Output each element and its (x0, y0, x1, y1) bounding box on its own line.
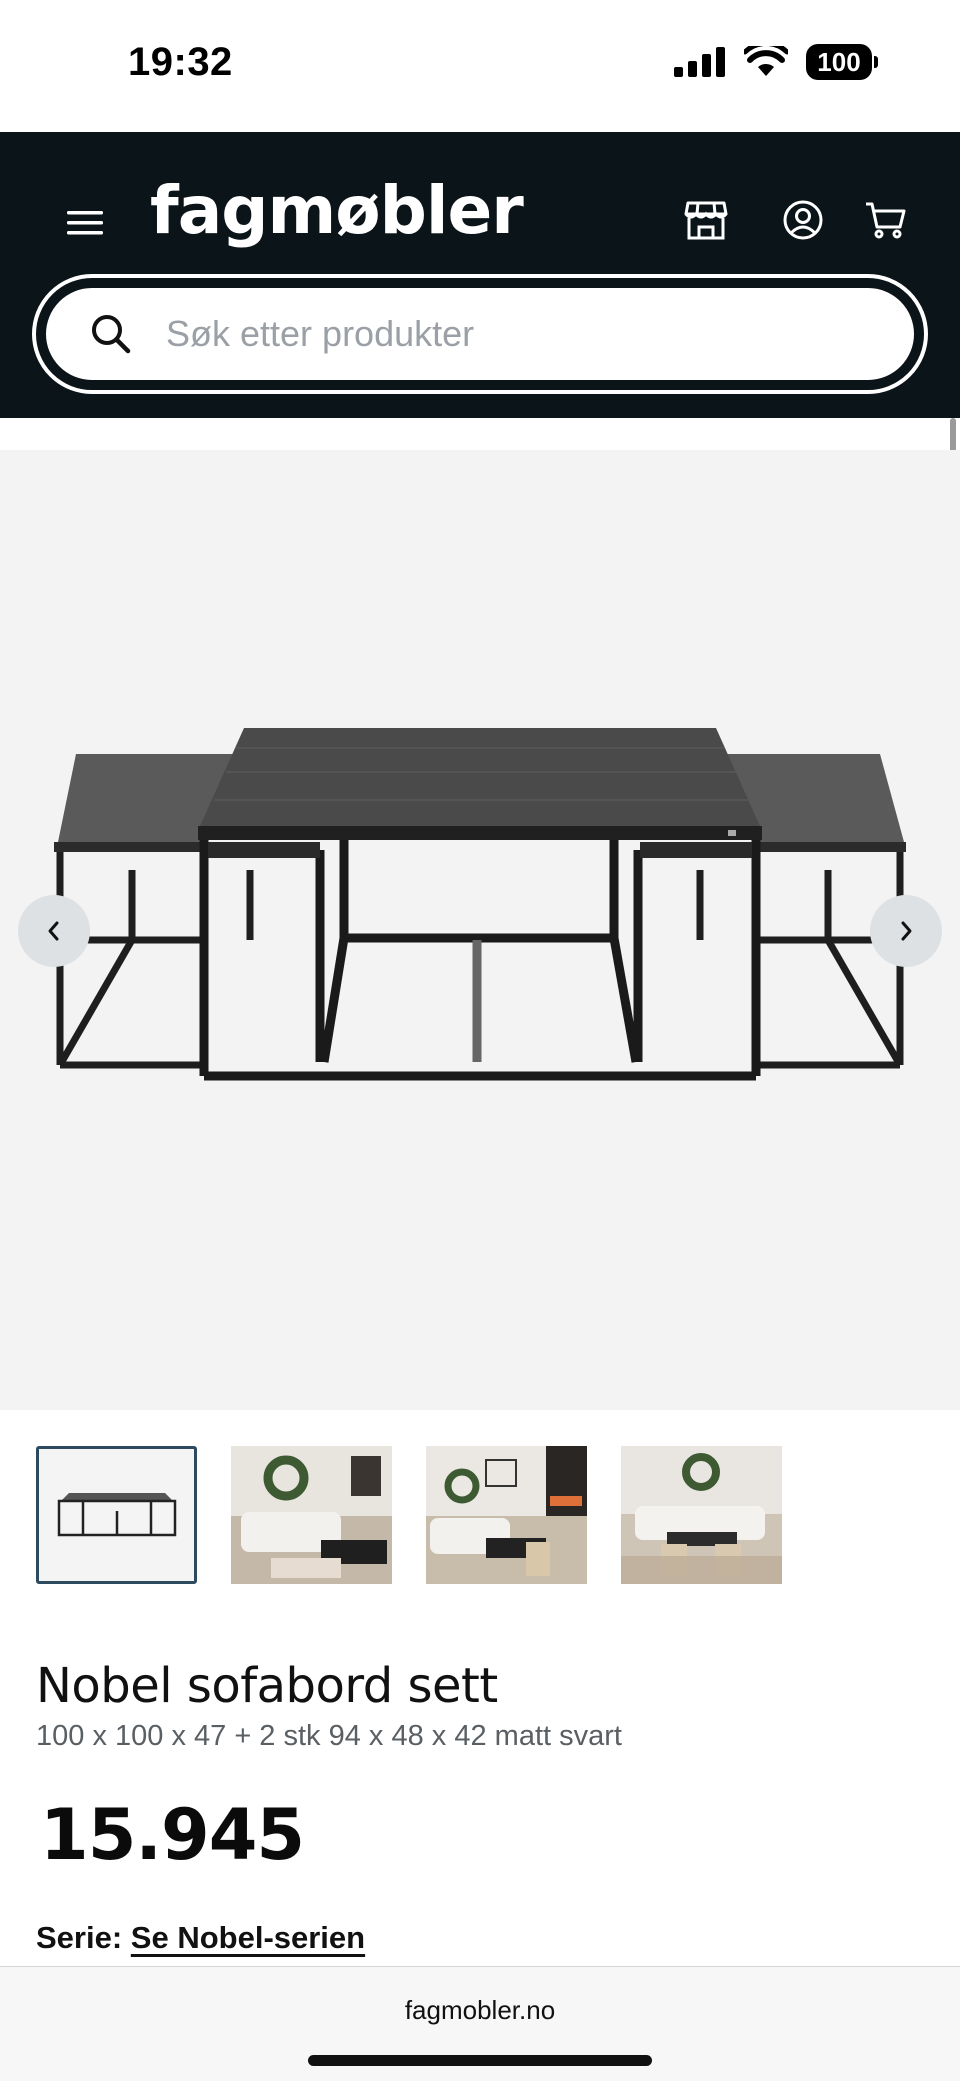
browser-bar: fagmobler.no (0, 1966, 960, 2081)
gallery-prev-button[interactable] (18, 895, 90, 967)
search-icon[interactable] (90, 313, 132, 355)
chevron-right-icon (901, 921, 912, 941)
cart-icon (866, 202, 906, 239)
store-icon (684, 201, 728, 240)
series-link[interactable]: Se Nobel-serien (131, 1920, 365, 1955)
search-box[interactable] (41, 283, 919, 385)
thumbnail-image (231, 1446, 392, 1584)
thumbnail-1[interactable] (36, 1446, 197, 1584)
home-indicator[interactable] (308, 2055, 652, 2066)
gallery-thumbnails (36, 1446, 782, 1584)
status-icons: 100 (674, 44, 878, 80)
product-title: Nobel sofabord sett (36, 1658, 498, 1714)
store-button[interactable] (678, 192, 734, 248)
thumbnail-4[interactable] (621, 1446, 782, 1584)
account-icon (783, 200, 823, 240)
battery-level: 100 (806, 44, 872, 80)
site-header: fagmøbler (0, 132, 960, 418)
product-series: Serie: Se Nobel-serien (36, 1920, 365, 1956)
site-logo[interactable]: fagmøbler (150, 172, 524, 249)
menu-icon (67, 211, 103, 235)
account-button[interactable] (775, 192, 831, 248)
product-gallery[interactable] (0, 450, 960, 1410)
thumbnail-2[interactable] (231, 1446, 392, 1584)
status-bar: 19:32 100 (0, 0, 960, 132)
cart-button[interactable] (858, 192, 914, 248)
menu-button[interactable] (60, 198, 110, 248)
series-label: Serie: (36, 1920, 123, 1955)
signal-icon (674, 47, 725, 77)
browser-url[interactable]: fagmobler.no (0, 1995, 960, 2026)
wifi-icon (744, 46, 788, 76)
product-price: 15.945 (40, 1794, 305, 1876)
thumbnail-image (426, 1446, 587, 1584)
chevron-left-icon (48, 921, 59, 941)
product-image (54, 728, 906, 1081)
thumbnail-3[interactable] (426, 1446, 587, 1584)
thumbnail-image (39, 1449, 194, 1581)
thumbnail-image (621, 1446, 782, 1584)
search-input[interactable] (166, 288, 846, 380)
battery-cap (874, 56, 878, 68)
search-bar (32, 274, 928, 394)
product-subtitle: 100 x 100 x 47 + 2 stk 94 x 48 x 42 matt… (36, 1720, 622, 1752)
battery-indicator: 100 (806, 44, 878, 80)
status-time: 19:32 (128, 40, 233, 84)
gallery-next-button[interactable] (870, 895, 942, 967)
